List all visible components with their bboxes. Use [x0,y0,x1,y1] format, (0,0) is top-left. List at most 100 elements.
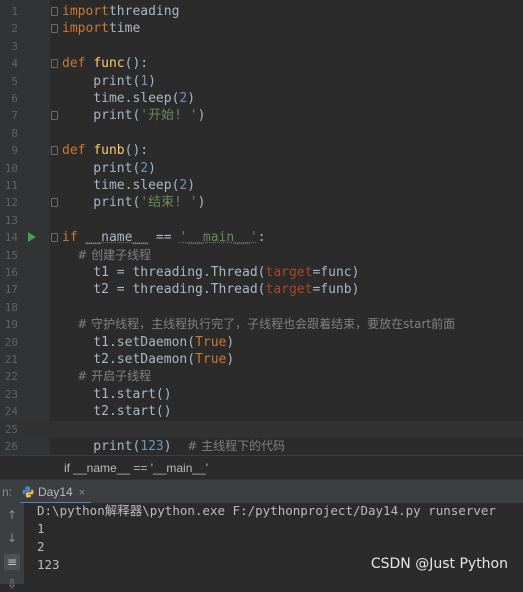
code-line[interactable]: 10 print(2) [0,160,523,177]
code-token: target [265,282,313,298]
fold-marker-icon[interactable] [51,59,58,69]
code-line[interactable]: 19 # 守护线程，主线程执行完了，子线程也会跟着结束，要放在start前面 [0,316,523,333]
code-line[interactable]: 26 print(123) # 主线程下的代码 [0,438,523,455]
code-token: time.sleep( [62,178,180,193]
code-token: (): [124,56,149,72]
code-text[interactable]: if __name__ == '__main__': [62,229,266,246]
breadcrumb-label[interactable]: if __name__ == '__main__' [64,456,208,480]
soft-wrap-icon[interactable]: ≡ [4,554,20,570]
code-text[interactable]: def func(): [62,55,148,72]
code-text[interactable]: print('开始! ') [62,107,205,124]
code-line[interactable]: 6 time.sleep(2) [0,90,523,107]
code-token: __name__ [85,230,149,246]
code-text[interactable]: # 开启子线程 [62,368,151,385]
fold-marker-icon[interactable] [51,233,58,243]
code-line[interactable]: 23 t1.start() [0,386,523,403]
line-number: 1 [11,5,18,18]
code-line[interactable]: 2 importtime [0,20,523,37]
code-line[interactable]: 21 t2.setDaemon(True) [0,351,523,368]
code-token: funb [93,143,125,159]
code-line[interactable]: 9 def funb(): [0,142,523,159]
code-line[interactable]: 1 importthreading [0,3,523,20]
code-text[interactable]: importtime [62,20,140,37]
code-line[interactable]: 22 # 开启子线程 [0,368,523,385]
code-line[interactable]: 4 def func(): [0,55,523,72]
code-line[interactable]: 12 print('结束! ') [0,194,523,211]
code-text[interactable]: t2.setDaemon(True) [62,351,234,368]
fold-marker-icon[interactable] [51,111,58,121]
run-tab-day14[interactable]: Day14 × [20,480,92,504]
watermark: CSDN @Just Python [370,556,508,572]
code-line[interactable]: 18 [0,299,523,316]
line-number: 21 [4,353,18,366]
code-token: t1.start() [62,386,172,402]
line-number: 3 [11,39,18,53]
code-text[interactable]: # 守护线程，主线程执行完了，子线程也会跟着结束，要放在start前面 [62,316,455,333]
python-icon [22,486,34,498]
console-toolbar: ↑ ↓ ≡ ⇩ [0,503,24,591]
code-line[interactable]: 7 print('开始! ') [0,107,523,124]
code-token: =funb) [312,282,360,298]
code-text[interactable]: print(123) # 主线程下的代码 [62,438,285,455]
code-token: print( [62,195,141,211]
code-line[interactable]: 25 [0,420,523,438]
code-text[interactable]: # 创建子线程 [62,247,151,264]
run-gutter-icon[interactable] [28,232,36,243]
code-text[interactable]: t2.start() [62,403,171,420]
fold-marker-icon[interactable] [51,198,58,208]
code-text[interactable]: time.sleep(2) [62,90,195,107]
code-token: ) [226,334,235,350]
code-text[interactable]: t1.start() [62,386,172,403]
line-number: 7 [11,109,18,123]
code-token: # 主线程下的代码 [187,439,286,453]
fold-marker-icon[interactable] [51,24,58,34]
code-line[interactable]: 13 [0,212,523,229]
fold-marker-icon[interactable] [51,146,58,156]
code-line[interactable]: 16 t1 = threading.Thread(target=func) [0,264,523,281]
console-line: D:\python解释器\python.exe F:/pythonproject… [37,503,496,518]
code-text[interactable]: print('结束! ') [62,194,205,211]
run-panel-label: n: [2,485,13,499]
code-text[interactable]: t1 = threading.Thread(target=func) [62,264,359,281]
line-number: 26 [4,440,18,453]
code-text[interactable]: t2 = threading.Thread(target=funb) [62,281,359,298]
code-token: t1 = threading.Thread( [62,265,266,280]
code-token: import [62,21,109,37]
code-text[interactable]: def funb(): [62,142,148,159]
code-token: print( [62,439,141,454]
code-token: ) [163,439,188,454]
line-number: 5 [11,74,18,88]
code-line[interactable]: 20 t1.setDaemon(True) [0,334,523,351]
line-number: 16 [4,266,18,279]
line-number: 14 [4,231,18,245]
code-token: True [195,334,227,350]
code-token: '结束! ' [140,195,198,211]
line-number: 23 [4,387,18,401]
code-editor[interactable]: 1 importthreading 2 importtime 3 4 def func():… [0,0,523,455]
code-text[interactable]: time.sleep(2) [62,177,195,194]
code-line[interactable]: 17 t2 = threading.Thread(target=funb) [0,281,523,298]
code-token: time.sleep( [62,91,180,106]
code-line[interactable]: 14 if __name__ == '__main__': [0,229,523,246]
code-line[interactable]: 8 [0,125,523,142]
code-token: True [195,352,227,367]
code-text[interactable]: importthreading [62,3,179,20]
console-line: 1 [37,521,45,536]
arrow-down-icon[interactable]: ↓ [4,530,20,546]
code-text[interactable]: t1.setDaemon(True) [62,334,234,351]
code-token: def [62,143,94,159]
code-line[interactable]: 11 time.sleep(2) [0,177,523,194]
code-token: def [62,56,94,72]
scroll-to-end-icon[interactable]: ⇩ [4,576,20,592]
code-text[interactable]: print(1) [62,73,156,90]
close-icon[interactable]: × [79,487,85,499]
code-line[interactable]: 3 [0,38,523,55]
fold-marker-icon[interactable] [51,7,58,16]
breadcrumb[interactable]: if __name__ == '__main__' [0,455,523,480]
code-line[interactable]: 15 # 创建子线程 [0,247,523,264]
code-token: ) [148,73,156,89]
code-line[interactable]: 24 t2.start() [0,403,523,420]
code-line[interactable]: 5 print(1) [0,73,523,90]
code-text[interactable]: print(2) [62,160,156,177]
arrow-up-icon[interactable]: ↑ [4,507,20,523]
